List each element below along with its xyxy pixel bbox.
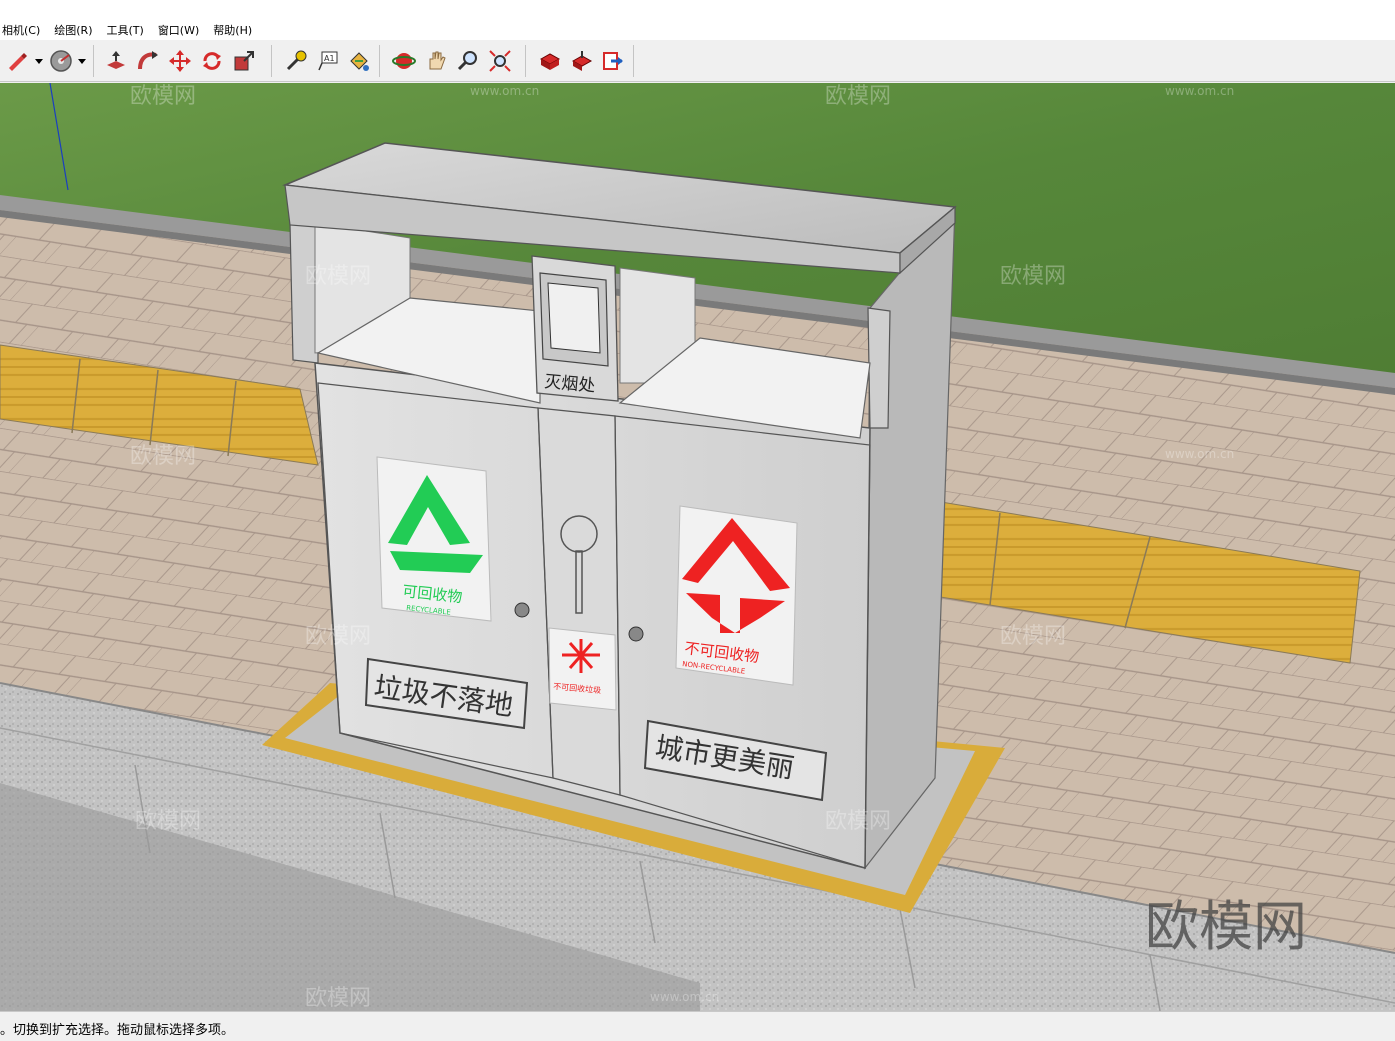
scene-canvas[interactable]: 灭烟处 可回收物 RECYCLABLE 不可回收物 NON-RECYCLABLE…: [0, 83, 1395, 1011]
toolbar-group-camera: [384, 45, 526, 77]
left-door-lock[interactable]: [514, 602, 530, 618]
watermark-tile: 欧模网: [130, 84, 196, 109]
watermark-tile: 欧模网: [825, 809, 891, 834]
watermark-tile: 欧模网: [305, 624, 371, 649]
pencil-icon[interactable]: [6, 47, 30, 75]
dropdown-arrow-icon[interactable]: [77, 47, 87, 75]
rotate-icon[interactable]: [198, 47, 226, 75]
watermark-logo: 欧模网: [1145, 895, 1307, 958]
zoom-icon[interactable]: [454, 47, 482, 75]
paint-bucket-icon[interactable]: [345, 47, 373, 75]
watermark-tile: 欧模网: [825, 84, 891, 109]
share-model-icon[interactable]: [568, 47, 596, 75]
watermark-tile: 欧模网: [305, 264, 371, 289]
move-icon[interactable]: [166, 47, 194, 75]
dropdown-arrow-icon[interactable]: [34, 47, 44, 75]
menu-items: 相机(C) 绘图(R) 工具(T) 窗口(W) 帮助(H): [0, 24, 252, 38]
toolbar-group-draw: [0, 45, 94, 77]
menu-item-4[interactable]: 帮助(H): [213, 24, 252, 38]
watermark-tile: 欧模网: [130, 444, 196, 469]
disc-icon[interactable]: [49, 47, 73, 75]
menu-item-2[interactable]: 工具(T): [107, 24, 144, 38]
toolbar: A1: [0, 40, 1395, 82]
get-models-icon[interactable]: [536, 47, 564, 75]
menu-item-0[interactable]: 相机(C): [2, 24, 40, 38]
menu-item-3[interactable]: 窗口(W): [158, 24, 199, 38]
toolbar-group-construction: A1: [276, 45, 380, 77]
watermark-tile-url: www.om.cn: [650, 990, 719, 1004]
upload-icon[interactable]: [599, 47, 627, 75]
pan-icon[interactable]: [422, 47, 450, 75]
right-door-lock[interactable]: [628, 626, 644, 642]
status-text: 。切换到扩充选择。拖动鼠标选择多项。: [0, 1023, 235, 1038]
status-bar: 。切换到扩充选择。拖动鼠标选择多项。: [0, 1011, 1395, 1041]
toolbar-group-warehouse: [530, 45, 634, 77]
follow-me-icon[interactable]: [134, 47, 162, 75]
watermark-tile-url: www.om.cn: [1165, 84, 1234, 98]
menu-bar: 相机(C) 绘图(R) 工具(T) 窗口(W) 帮助(H): [0, 0, 1395, 40]
scale-icon[interactable]: [230, 47, 258, 75]
watermark-tile: 欧模网: [1000, 264, 1066, 289]
watermark-tile: 欧模网: [135, 809, 201, 834]
svg-text:A1: A1: [324, 54, 335, 63]
watermark-tile-url: www.om.cn: [1165, 447, 1234, 461]
watermark-tile: 欧模网: [305, 986, 371, 1011]
text-icon[interactable]: A1: [314, 47, 342, 75]
tape-measure-icon[interactable]: [282, 47, 310, 75]
push-pull-icon[interactable]: [102, 47, 130, 75]
orbit-icon[interactable]: [390, 47, 418, 75]
zoom-extents-icon[interactable]: [486, 47, 514, 75]
model-viewport[interactable]: 灭烟处 可回收物 RECYCLABLE 不可回收物 NON-RECYCLABLE…: [0, 83, 1395, 1011]
toolbar-group-modify: [96, 45, 272, 77]
menu-item-1[interactable]: 绘图(R): [54, 24, 92, 38]
watermark-tile: 欧模网: [1000, 624, 1066, 649]
watermark-tile-url: www.om.cn: [470, 84, 539, 98]
